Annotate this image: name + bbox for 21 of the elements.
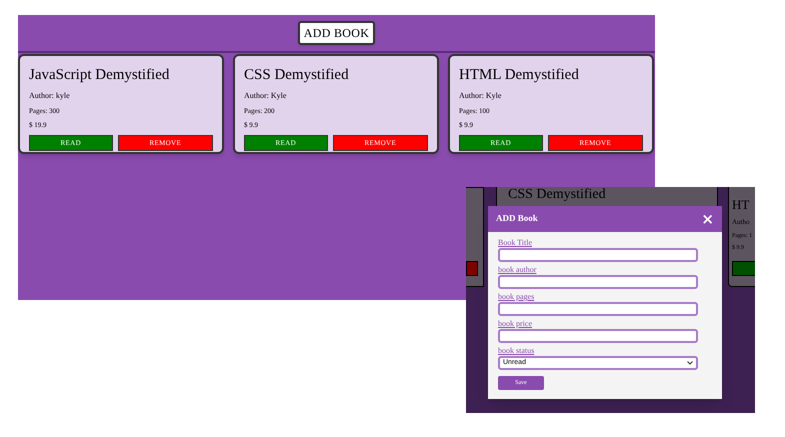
book-title: HT [732, 197, 750, 212]
field-label: Book Title [498, 238, 532, 248]
field-label: book author [498, 265, 536, 275]
input-field[interactable] [498, 275, 698, 289]
book-title: CSS Demystified [508, 187, 606, 203]
book-author: Author: Kyle [244, 90, 288, 102]
chevron-icon [687, 361, 693, 365]
field-label: book price [498, 319, 532, 329]
close-button[interactable]: × [701, 212, 714, 226]
modal-title: ADD Book [496, 212, 538, 226]
input-field[interactable] [498, 248, 698, 262]
input-field[interactable] [498, 302, 698, 316]
book-title: CSS Demystified [244, 66, 350, 84]
add-book-button[interactable]: ADD BOOK [298, 21, 376, 45]
field-label: book status [498, 346, 534, 356]
book-title: JavaScript Demystified [29, 66, 170, 84]
book-author: Author: kyle [29, 90, 71, 102]
book-title: HTML Demystified [459, 66, 580, 84]
input-field[interactable] [498, 329, 698, 343]
field-label: book pages [498, 292, 534, 302]
book-author: Author: Kyle [459, 90, 502, 102]
